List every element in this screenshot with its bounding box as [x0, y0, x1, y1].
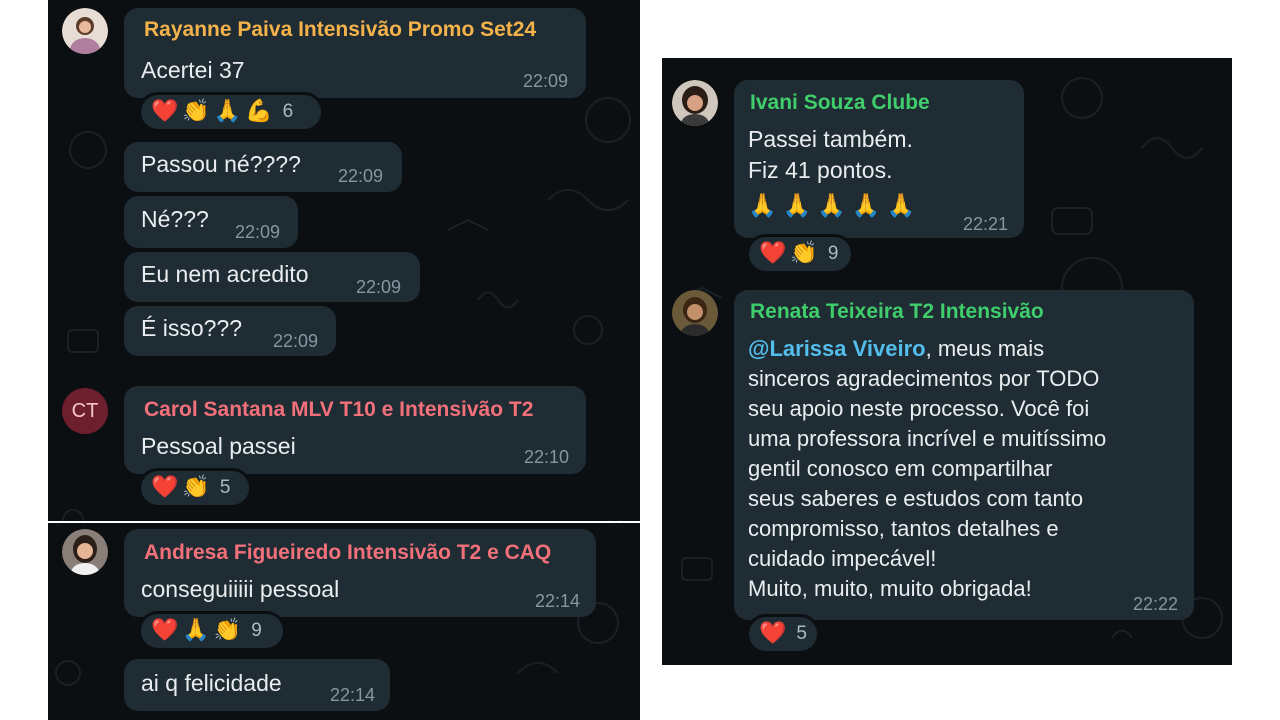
mention-link[interactable]: @Larissa Viveiro: [748, 336, 926, 361]
message-text: Passou né????: [141, 151, 301, 177]
reaction-count: 5: [219, 477, 231, 498]
clap-reaction-icon: 👏: [213, 618, 242, 643]
sender-name[interactable]: Carol Santana MLV T10 e Intensivão T2: [144, 398, 533, 422]
message-first-line: @Larissa Viveiro, meus mais: [748, 336, 1044, 362]
sender-name[interactable]: Ivani Souza Clube: [750, 91, 930, 115]
clap-reaction-icon: 👏: [790, 241, 818, 266]
reaction-bar[interactable]: ❤️ 👏 🙏 💪 6: [138, 92, 324, 132]
heart-reaction-icon: ❤️: [151, 99, 179, 124]
message-text: sinceros agradecimentos por TODO seu apo…: [748, 366, 1107, 601]
message-bubble[interactable]: Carol Santana MLV T10 e Intensivão T2 Pe…: [124, 386, 586, 474]
reaction-bar[interactable]: ❤️ 🙏 👏 9: [138, 611, 286, 651]
timestamp: 22:22: [1133, 594, 1179, 614]
timestamp: 22:14: [535, 591, 581, 611]
avatar[interactable]: [672, 80, 718, 126]
message-text: Pessoal passei: [141, 433, 296, 459]
pray-reaction-icon: 🙏: [182, 618, 210, 643]
timestamp: 22:09: [235, 222, 281, 242]
reaction-count: 9: [827, 243, 839, 264]
message-bubble[interactable]: É isso??? 22:09: [124, 306, 336, 356]
message-text: conseguiiiii pessoal: [141, 576, 340, 602]
message-text: É isso???: [141, 315, 243, 341]
heart-reaction-icon: ❤️: [759, 621, 787, 646]
pray-emoji-row: 🙏🙏🙏🙏🙏: [748, 193, 922, 219]
left-chat-screenshot-lower: Andresa Figueiredo Intensivão T2 e CAQ c…: [48, 523, 640, 720]
message-bubble[interactable]: Andresa Figueiredo Intensivão T2 e CAQ c…: [124, 529, 596, 617]
message-text: Passei também.: [748, 126, 913, 152]
message-bubble[interactable]: Né??? 22:09: [124, 196, 298, 248]
reaction-bar[interactable]: ❤️ 5: [746, 614, 820, 654]
sender-name[interactable]: Renata Teixeira T2 Intensivão: [750, 300, 1044, 324]
heart-reaction-icon: ❤️: [151, 618, 179, 643]
heart-reaction-icon: ❤️: [151, 475, 179, 500]
muscle-reaction-icon: 💪: [245, 99, 273, 124]
clap-reaction-icon: 👏: [182, 99, 210, 124]
message-text: ai q felicidade: [141, 670, 282, 696]
message-bubble[interactable]: Eu nem acredito 22:09: [124, 252, 420, 302]
message-text: Acertei 37: [141, 57, 245, 83]
message-bubble[interactable]: ai q felicidade 22:14: [124, 659, 390, 711]
sender-name[interactable]: Andresa Figueiredo Intensivão T2 e CAQ: [144, 541, 551, 565]
message-bubble[interactable]: Passou né???? 22:09: [124, 142, 402, 192]
reaction-count: 9: [251, 620, 262, 641]
timestamp: 22:09: [523, 71, 569, 91]
avatar[interactable]: [62, 8, 108, 54]
message-text: , meus mais: [925, 336, 1045, 361]
timestamp: 22:09: [338, 166, 384, 186]
sender-name[interactable]: Rayanne Paiva Intensivão Promo Set24: [144, 18, 536, 42]
reaction-count: 6: [282, 101, 294, 122]
message-text: Eu nem acredito: [141, 261, 309, 287]
reaction-bar[interactable]: ❤️ 👏 9: [746, 234, 854, 274]
avatar[interactable]: [672, 290, 718, 336]
avatar-initials[interactable]: CT: [62, 388, 108, 434]
pray-reaction-icon: 🙏: [213, 99, 242, 124]
timestamp: 22:09: [356, 277, 402, 297]
timestamp: 22:09: [273, 331, 319, 351]
message-bubble[interactable]: Ivani Souza Clube Passei também. Fiz 41 …: [734, 80, 1024, 238]
timestamp: 22:21: [963, 214, 1009, 234]
reaction-bar[interactable]: ❤️ 👏 5: [138, 468, 252, 508]
timestamp: 22:14: [330, 685, 376, 705]
timestamp: 22:10: [524, 447, 570, 467]
avatar[interactable]: [62, 529, 108, 575]
message-text: Fiz 41 pontos.: [748, 157, 893, 183]
right-chat-screenshot: Ivani Souza Clube Passei também. Fiz 41 …: [662, 58, 1232, 665]
message-bubble[interactable]: Rayanne Paiva Intensivão Promo Set24 Ace…: [124, 8, 586, 98]
heart-reaction-icon: ❤️: [759, 241, 787, 266]
reaction-count: 5: [796, 623, 807, 644]
message-bubble[interactable]: Renata Teixeira T2 Intensivão @Larissa V…: [734, 290, 1194, 620]
message-text: Né???: [141, 206, 209, 232]
clap-reaction-icon: 👏: [182, 475, 210, 500]
